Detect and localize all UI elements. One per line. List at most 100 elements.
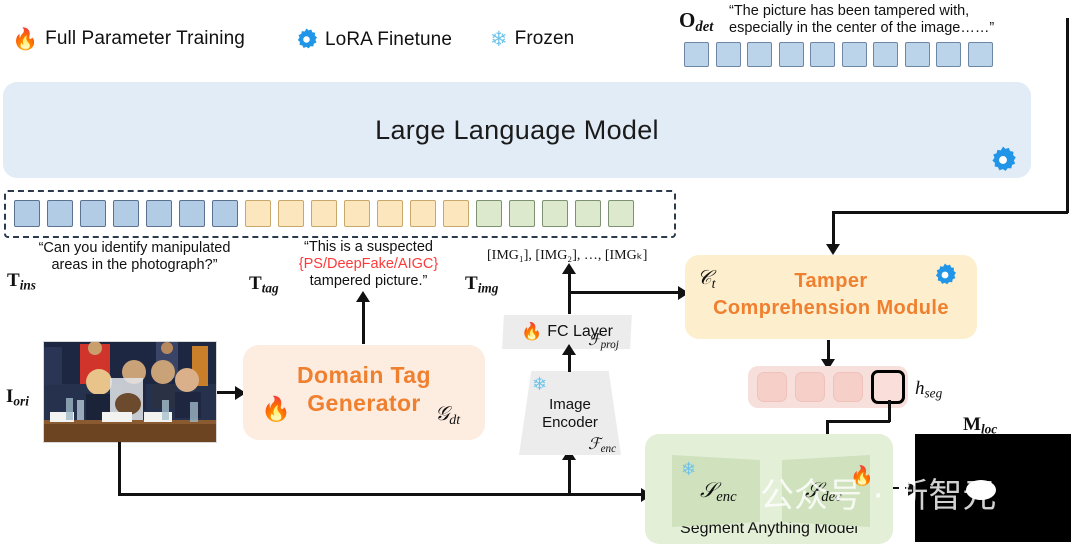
snowflake-icon: ❄: [681, 459, 697, 479]
output-text-line2: especially in the center of the image……”: [729, 20, 995, 36]
legend: 🔥 Full Parameter Training LoRA Finetune …: [0, 22, 700, 64]
llm-label: Large Language Model: [375, 114, 659, 145]
arrow-timg-to-tamper: [568, 291, 681, 294]
legend-item-lora-finetune: LoRA Finetune: [295, 28, 452, 51]
token: [542, 200, 568, 227]
arrowhead-fc-input: [562, 344, 576, 355]
input-sequence-dashed-container: [4, 190, 676, 238]
h-seg-token-row: [748, 366, 908, 408]
token: [778, 42, 804, 67]
token: [841, 42, 867, 67]
arrow-iori-down: [118, 442, 121, 495]
token: [278, 200, 304, 227]
token: [443, 200, 469, 227]
token: [810, 42, 835, 67]
snowflake-icon: ❄: [490, 27, 508, 51]
token: [476, 200, 502, 227]
flame-icon: 🔥: [521, 322, 543, 341]
image-encoder-math-symbol: ℱenc: [588, 436, 617, 456]
tamper-comprehension-module-box: 𝒞t Tamper Comprehension Module: [685, 255, 977, 339]
token: [146, 200, 172, 227]
t-img-tokens-text: [IMG₁], [IMG₂], …, [IMGₖ]: [487, 248, 648, 263]
token: [245, 200, 271, 227]
token: [715, 42, 741, 67]
input-token-row: [14, 200, 634, 227]
fc-layer-math-symbol: ℱproj: [588, 332, 619, 352]
domain-tag-generator-box: Domain Tag Generator 🔥 𝒢dt: [243, 345, 485, 440]
arrow-iori-to-dtg: [217, 391, 237, 394]
dtg-title-line1: Domain Tag: [297, 362, 431, 388]
snowflake-icon: ❄: [532, 374, 548, 394]
output-text: “The picture has been tampered with, esp…: [729, 3, 1029, 37]
token: [747, 42, 772, 67]
flame-icon: 🔥: [12, 27, 39, 51]
large-language-model-box: Large Language Model: [3, 82, 1031, 178]
token: [608, 200, 634, 227]
dtg-math-symbol: 𝒢dt: [435, 403, 461, 428]
token: [80, 200, 106, 227]
t-ins-line1: “Can you identify manipulated: [38, 240, 231, 256]
output-symbol-o-det: Odet: [679, 8, 714, 36]
t-ins-text: “Can you identify manipulated areas in t…: [22, 240, 247, 274]
gear-icon: [989, 146, 1017, 174]
token: [377, 200, 403, 227]
token: [873, 42, 898, 67]
legend-item-full-parameter-training: 🔥 Full Parameter Training: [12, 28, 245, 50]
token: [509, 200, 535, 227]
t-tag-line1: “This is a suspected: [304, 239, 433, 255]
arrowhead-ttag: [356, 291, 370, 302]
token: [212, 200, 238, 227]
token: [936, 42, 961, 67]
arrow-image-bus-horizontal: [118, 493, 645, 496]
token: [575, 200, 601, 227]
original-image: [43, 341, 217, 443]
sam-encoder-math-symbol: 𝒮enc: [700, 478, 737, 506]
token: [904, 42, 930, 67]
token: [967, 42, 993, 67]
token: [684, 42, 709, 67]
t-ins-line2: areas in the photograph?”: [51, 257, 218, 273]
h-seg-token: [757, 372, 787, 402]
arrow-dtg-to-ttag: [362, 300, 365, 344]
token: [344, 200, 370, 227]
token: [47, 200, 73, 227]
flame-icon: 🔥: [261, 396, 291, 423]
image-encoder-line1: Image: [549, 396, 591, 413]
t-tag-text: “This is a suspected {PS/DeepFake/AIGC} …: [286, 239, 451, 290]
label-t-tag: Ttag: [249, 273, 279, 296]
label-t-img: Timg: [465, 273, 499, 296]
h-seg-token: [795, 372, 825, 402]
token: [311, 200, 337, 227]
tcm-title-line2: Comprehension Module: [713, 297, 949, 319]
t-tag-line3: tampered picture.”: [309, 273, 428, 289]
arrowhead-timg: [562, 263, 576, 274]
output-text-line1: “The picture has been tampered with,: [729, 3, 970, 19]
gear-icon: [933, 263, 957, 287]
image-encoder-label: Image Encoder: [519, 396, 621, 432]
token: [14, 200, 40, 227]
arrow-output-to-tamper-vertical-left: [832, 211, 835, 245]
h-seg-token-selected: [871, 370, 905, 404]
legend-item-label: LoRA Finetune: [325, 28, 452, 50]
token: [179, 200, 205, 227]
token: [113, 200, 139, 227]
image-encoder-line2: Encoder: [542, 414, 598, 431]
gear-icon: [295, 28, 318, 51]
arrow-encoder-to-fc: [568, 352, 571, 372]
legend-item-frozen: ❄ Frozen: [490, 28, 574, 50]
arrow-hseg-left: [826, 420, 890, 423]
label-h-seg: hseg: [915, 378, 943, 401]
label-i-ori: Iori: [6, 386, 29, 409]
arrowhead-into-tamper: [826, 244, 840, 255]
t-tag-line2-domain: {PS/DeepFake/AIGC}: [298, 256, 439, 272]
token: [410, 200, 436, 227]
arrow-hseg-down: [888, 400, 891, 422]
output-token-row: [684, 42, 993, 67]
arrow-bus-to-image-encoder: [568, 458, 571, 494]
watermark-text: 公众号 · 新智元: [760, 476, 997, 516]
legend-item-label: Frozen: [514, 28, 575, 49]
legend-item-label: Full Parameter Training: [45, 28, 245, 49]
arrow-output-to-tamper-vertical-right: [1066, 18, 1069, 213]
arrow-output-to-tamper-horizontal: [832, 211, 1068, 214]
h-seg-token: [833, 372, 863, 402]
